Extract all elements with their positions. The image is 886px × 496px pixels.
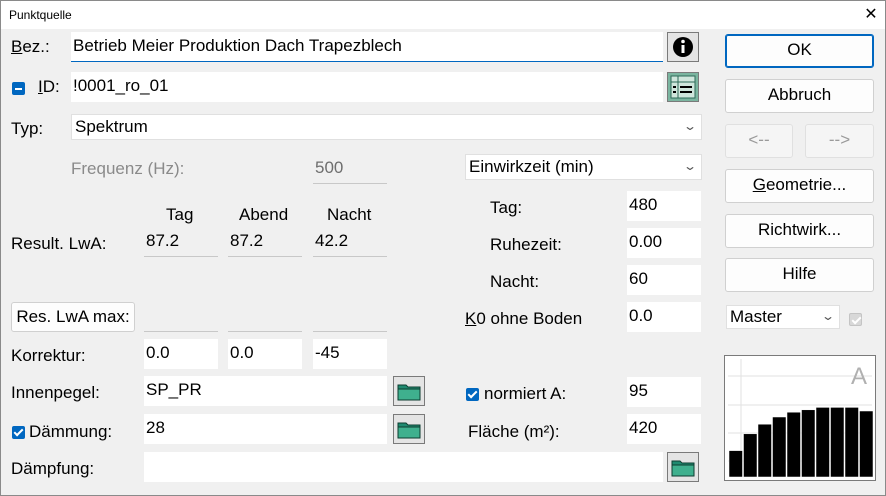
master-value: Master <box>730 307 782 326</box>
abbruch-button[interactable]: Abbruch <box>725 79 874 113</box>
daempfung-label: Dämpfung: <box>11 459 95 478</box>
flaeche-input[interactable]: 420 <box>627 414 701 444</box>
result-abend-value: 87.2 <box>228 227 302 257</box>
prev-button[interactable]: <-- <box>725 124 793 158</box>
resmax-abend-value <box>228 302 302 332</box>
spectrum-preview: A <box>724 355 876 481</box>
spectrum-bar <box>815 407 830 478</box>
ez-nacht-label: Nacht: <box>490 272 540 291</box>
normiert-input[interactable]: 95 <box>627 377 701 407</box>
innenpegel-folder-button[interactable] <box>393 376 425 406</box>
ez-nacht-input[interactable]: 60 <box>627 265 701 295</box>
master-select[interactable]: Master ⌄ <box>726 305 840 329</box>
result-nacht-value: 42.2 <box>313 227 387 257</box>
bez-input[interactable]: Betrieb Meier Produktion Dach Trapezblec… <box>71 32 663 62</box>
info-icon <box>673 37 693 57</box>
folder-icon <box>397 384 421 401</box>
korrektur-tag-input[interactable]: 0.0 <box>144 339 218 369</box>
resmax-tag-value <box>144 302 218 332</box>
frequenz-label: Frequenz (Hz): <box>71 159 185 178</box>
einwirkzeit-select[interactable]: Einwirkzeit (min) ⌄ <box>465 154 702 180</box>
col-header-nacht: Nacht <box>327 205 372 224</box>
daemmung-label: Dämmung: <box>29 422 113 441</box>
id-checkbox[interactable] <box>12 82 25 95</box>
hilfe-button[interactable]: Hilfe <box>725 258 874 292</box>
k0-label: K0 ohne Boden <box>465 309 583 328</box>
resmax-nacht-value <box>313 302 387 332</box>
daempfung-input[interactable] <box>144 452 663 482</box>
weighting-letter: A <box>851 363 867 390</box>
spectrum-bar <box>786 411 801 478</box>
ez-ruhe-input[interactable]: 0.00 <box>627 228 701 258</box>
chevron-down-icon: ⌄ <box>682 119 698 133</box>
ez-ruhe-label: Ruhezeit: <box>490 235 562 254</box>
table-id-icon <box>670 75 696 99</box>
info-button[interactable] <box>667 32 699 62</box>
title-bar: Punktquelle ✕ <box>1 1 885 29</box>
result-tag-value: 87.2 <box>144 227 218 257</box>
frequenz-input: 500 <box>313 154 387 184</box>
daemmung-checkbox[interactable] <box>12 426 25 439</box>
typ-label: Typ: <box>11 119 44 138</box>
ez-tag-input[interactable]: 480 <box>627 191 701 221</box>
korrektur-abend-input[interactable]: 0.0 <box>228 339 302 369</box>
innenpegel-label: Innenpegel: <box>11 383 100 402</box>
id-table-button[interactable] <box>667 72 699 102</box>
col-header-tag: Tag <box>166 205 194 224</box>
flaeche-label: Fläche (m²): <box>468 422 560 441</box>
folder-icon <box>671 460 695 477</box>
next-button[interactable]: --> <box>805 124 874 158</box>
master-checkbox <box>849 313 862 326</box>
typ-value: Spektrum <box>75 117 148 136</box>
normiert-checkbox[interactable] <box>466 388 479 401</box>
spectrum-bar <box>772 416 787 478</box>
ok-button[interactable]: OK <box>725 34 874 68</box>
id-label: ID: <box>38 77 60 96</box>
daemmung-input[interactable]: 28 <box>144 414 387 444</box>
close-icon[interactable]: ✕ <box>859 4 883 26</box>
spectrum-bar <box>859 410 874 478</box>
spectrum-bar <box>830 407 845 478</box>
spectrum-bar <box>801 409 816 478</box>
spectrum-bar <box>743 433 758 478</box>
einwirkzeit-value: Einwirkzeit (min) <box>469 157 594 176</box>
normiert-label: normiert A: <box>484 384 567 403</box>
geometrie-button[interactable]: Geometrie... <box>725 169 874 203</box>
typ-select[interactable]: Spektrum ⌄ <box>71 114 702 140</box>
innenpegel-input[interactable]: SP_PR <box>144 376 387 406</box>
k0-input[interactable]: 0.0 <box>627 302 701 332</box>
daempfung-folder-button[interactable] <box>667 452 699 482</box>
richtwirk-button[interactable]: Richtwirk... <box>725 214 874 248</box>
spectrum-bar <box>728 450 743 478</box>
daemmung-folder-button[interactable] <box>393 414 425 444</box>
spectrum-bar <box>757 423 772 478</box>
folder-icon <box>397 422 421 439</box>
korrektur-label: Korrektur: <box>11 346 86 365</box>
bez-label: Bez.: <box>11 37 50 56</box>
korrektur-nacht-input[interactable]: -45 <box>313 339 387 369</box>
chevron-down-icon: ⌄ <box>820 309 836 323</box>
res-lwa-max-button[interactable]: Res. LwA max: <box>11 302 135 332</box>
result-lwa-label: Result. LwA: <box>11 234 107 253</box>
col-header-abend: Abend <box>239 205 289 224</box>
id-input[interactable]: !0001_ro_01 <box>71 72 663 102</box>
chevron-down-icon: ⌄ <box>682 159 698 173</box>
window-title: Punktquelle <box>9 8 72 22</box>
spectrum-bar <box>844 407 859 478</box>
ez-tag-label: Tag: <box>490 198 523 217</box>
